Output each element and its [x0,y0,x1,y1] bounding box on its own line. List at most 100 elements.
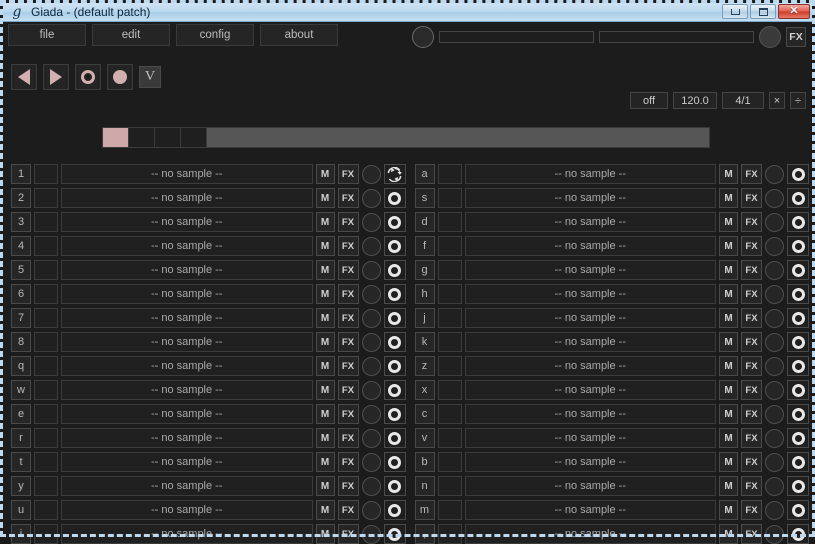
channel-mode-button[interactable] [787,452,809,472]
channel-fx-button[interactable]: FX [337,500,359,520]
channel-volume-knob[interactable] [361,308,381,328]
channel-key-button[interactable]: r [11,428,31,448]
channel-mode-button[interactable] [383,332,406,352]
channel-action-button[interactable] [437,404,462,424]
channel-mode-button[interactable] [383,452,406,472]
channel-mute-button[interactable]: M [719,164,738,184]
channel-action-button[interactable] [34,188,58,208]
channel-action-button[interactable] [34,380,58,400]
channel-key-button[interactable]: 5 [11,260,31,280]
channel-mode-button[interactable] [787,260,809,280]
channel-mute-button[interactable]: M [315,524,335,544]
channel-action-button[interactable] [34,260,58,280]
channel-key-button[interactable]: u [11,500,31,520]
channel-volume-knob[interactable] [361,452,381,472]
channel-mute-button[interactable]: M [719,404,738,424]
channel-volume-knob[interactable] [361,236,381,256]
channel-volume-knob[interactable] [765,308,784,328]
channel-key-button[interactable]: d [414,212,435,232]
beats-button[interactable]: 4/1 [722,92,764,109]
channel-sample-field[interactable]: -- no sample -- [61,380,313,400]
channel-sample-field[interactable]: -- no sample -- [464,428,716,448]
output-volume-knob[interactable] [759,26,781,48]
channel-mode-button[interactable] [787,380,809,400]
channel-action-button[interactable] [437,236,462,256]
channel-mode-button[interactable] [383,356,406,376]
channel-key-button[interactable]: 6 [11,284,31,304]
channel-mode-button[interactable] [383,380,406,400]
beat-meter[interactable] [102,127,710,148]
play-button[interactable] [43,64,69,90]
channel-mode-button[interactable] [383,524,406,544]
channel-volume-knob[interactable] [361,284,381,304]
channel-fx-button[interactable]: FX [741,164,762,184]
channel-key-button[interactable]: v [414,428,435,448]
channel-mode-button[interactable] [787,308,809,328]
channel-mode-button[interactable] [383,284,406,304]
channel-volume-knob[interactable] [765,188,784,208]
channel-mute-button[interactable]: M [719,356,738,376]
channel-volume-knob[interactable] [765,164,784,184]
channel-volume-knob[interactable] [765,236,784,256]
channel-sample-field[interactable]: -- no sample -- [464,332,716,352]
channel-fx-button[interactable]: FX [337,332,359,352]
channel-key-button[interactable]: q [11,356,31,376]
channel-mute-button[interactable]: M [719,476,738,496]
channel-action-button[interactable] [34,476,58,496]
channel-fx-button[interactable]: FX [337,284,359,304]
channel-sample-field[interactable]: -- no sample -- [61,404,313,424]
channel-fx-button[interactable]: FX [337,404,359,424]
channel-mode-button[interactable] [787,476,809,496]
channel-mute-button[interactable]: M [315,332,335,352]
channel-mute-button[interactable]: M [315,212,335,232]
menu-item-about[interactable]: about [260,24,338,46]
channel-fx-button[interactable]: FX [741,404,762,424]
channel-volume-knob[interactable] [361,188,381,208]
channel-mode-button[interactable] [787,356,809,376]
channel-action-button[interactable] [34,284,58,304]
channel-mute-button[interactable]: M [719,524,738,544]
channel-action-button[interactable] [34,500,58,520]
channel-mute-button[interactable]: M [719,380,738,400]
channel-mute-button[interactable]: M [719,188,738,208]
channel-fx-button[interactable]: FX [741,452,762,472]
channel-mute-button[interactable]: M [719,260,738,280]
channel-action-button[interactable] [34,452,58,472]
channel-mode-button[interactable] [787,212,809,232]
channel-sample-field[interactable]: -- no sample -- [464,284,716,304]
channel-volume-knob[interactable] [361,404,381,424]
close-button[interactable]: ✕ [778,4,810,19]
channel-volume-knob[interactable] [361,164,381,184]
channel-action-button[interactable] [437,284,462,304]
channel-fx-button[interactable]: FX [337,356,359,376]
channel-sample-field[interactable]: -- no sample -- [61,428,313,448]
channel-action-button[interactable] [437,380,462,400]
channel-mode-button[interactable] [383,188,406,208]
channel-action-button[interactable] [437,524,462,544]
channel-key-button[interactable]: j [414,308,435,328]
channel-mute-button[interactable]: M [719,308,738,328]
channel-action-button[interactable] [437,308,462,328]
channel-sample-field[interactable]: -- no sample -- [464,500,716,520]
channel-volume-knob[interactable] [765,284,784,304]
channel-volume-knob[interactable] [361,476,381,496]
channel-mode-button[interactable] [383,428,406,448]
channel-mode-button[interactable] [383,164,406,184]
channel-fx-button[interactable]: FX [741,380,762,400]
action-record-button[interactable] [75,64,101,90]
channel-mute-button[interactable]: M [315,164,335,184]
channel-mode-button[interactable] [787,332,809,352]
channel-sample-field[interactable]: -- no sample -- [61,332,313,352]
channel-mode-button[interactable] [787,188,809,208]
channel-volume-knob[interactable] [765,332,784,352]
channel-sample-field[interactable]: -- no sample -- [61,260,313,280]
channel-mode-button[interactable] [383,212,406,232]
channel-key-button[interactable]: e [11,404,31,424]
channel-fx-button[interactable]: FX [337,164,359,184]
channel-volume-knob[interactable] [361,500,381,520]
channel-mode-button[interactable] [787,428,809,448]
channel-fx-button[interactable]: FX [741,428,762,448]
channel-mute-button[interactable]: M [315,500,335,520]
channel-mode-button[interactable] [383,404,406,424]
channel-action-button[interactable] [34,212,58,232]
